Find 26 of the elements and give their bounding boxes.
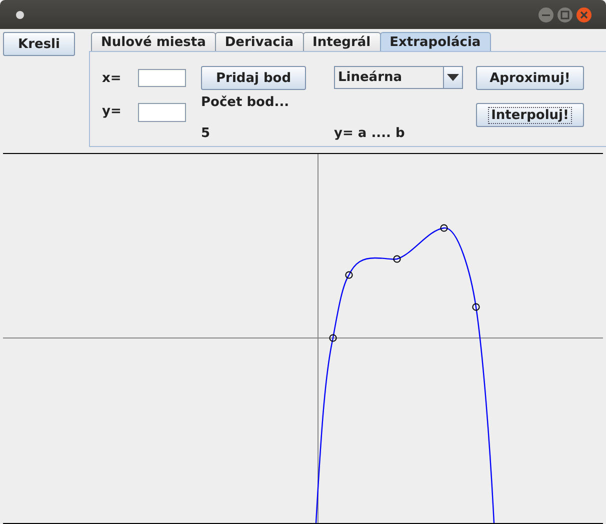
- data-point: [472, 303, 480, 311]
- maximize-icon[interactable]: [557, 6, 573, 22]
- minimize-icon[interactable]: [538, 6, 554, 22]
- y-input-field[interactable]: [138, 103, 186, 122]
- point-count: 5: [201, 126, 212, 140]
- tab[interactable]: Integrál: [302, 32, 381, 51]
- x-input-field[interactable]: [138, 69, 186, 87]
- tab[interactable]: Nulové miesta: [91, 32, 216, 51]
- data-point: [393, 255, 401, 263]
- data-point: [345, 271, 353, 279]
- close-icon[interactable]: [576, 6, 592, 22]
- dropdown-arrow-icon: [447, 74, 459, 81]
- x-label: x=: [102, 70, 122, 86]
- app-icon: [15, 10, 25, 20]
- tab[interactable]: Extrapolácia: [380, 32, 491, 51]
- data-point: [440, 224, 448, 232]
- y-label: y=: [102, 104, 122, 118]
- formula-text: y= a .... b: [334, 126, 406, 140]
- add-point-button[interactable]: Pridaj bod: [201, 66, 306, 90]
- point-count-label: Počet bod...: [201, 95, 290, 110]
- approximate-button[interactable]: Aproximuj!: [476, 66, 584, 90]
- draw-button[interactable]: Kresli: [3, 32, 75, 56]
- tab[interactable]: Derivacia: [214, 32, 304, 51]
- interpolate-button[interactable]: Interpoluj!: [476, 103, 584, 127]
- method-dropdown[interactable]: Lineárna: [334, 66, 463, 89]
- data-point: [329, 334, 337, 342]
